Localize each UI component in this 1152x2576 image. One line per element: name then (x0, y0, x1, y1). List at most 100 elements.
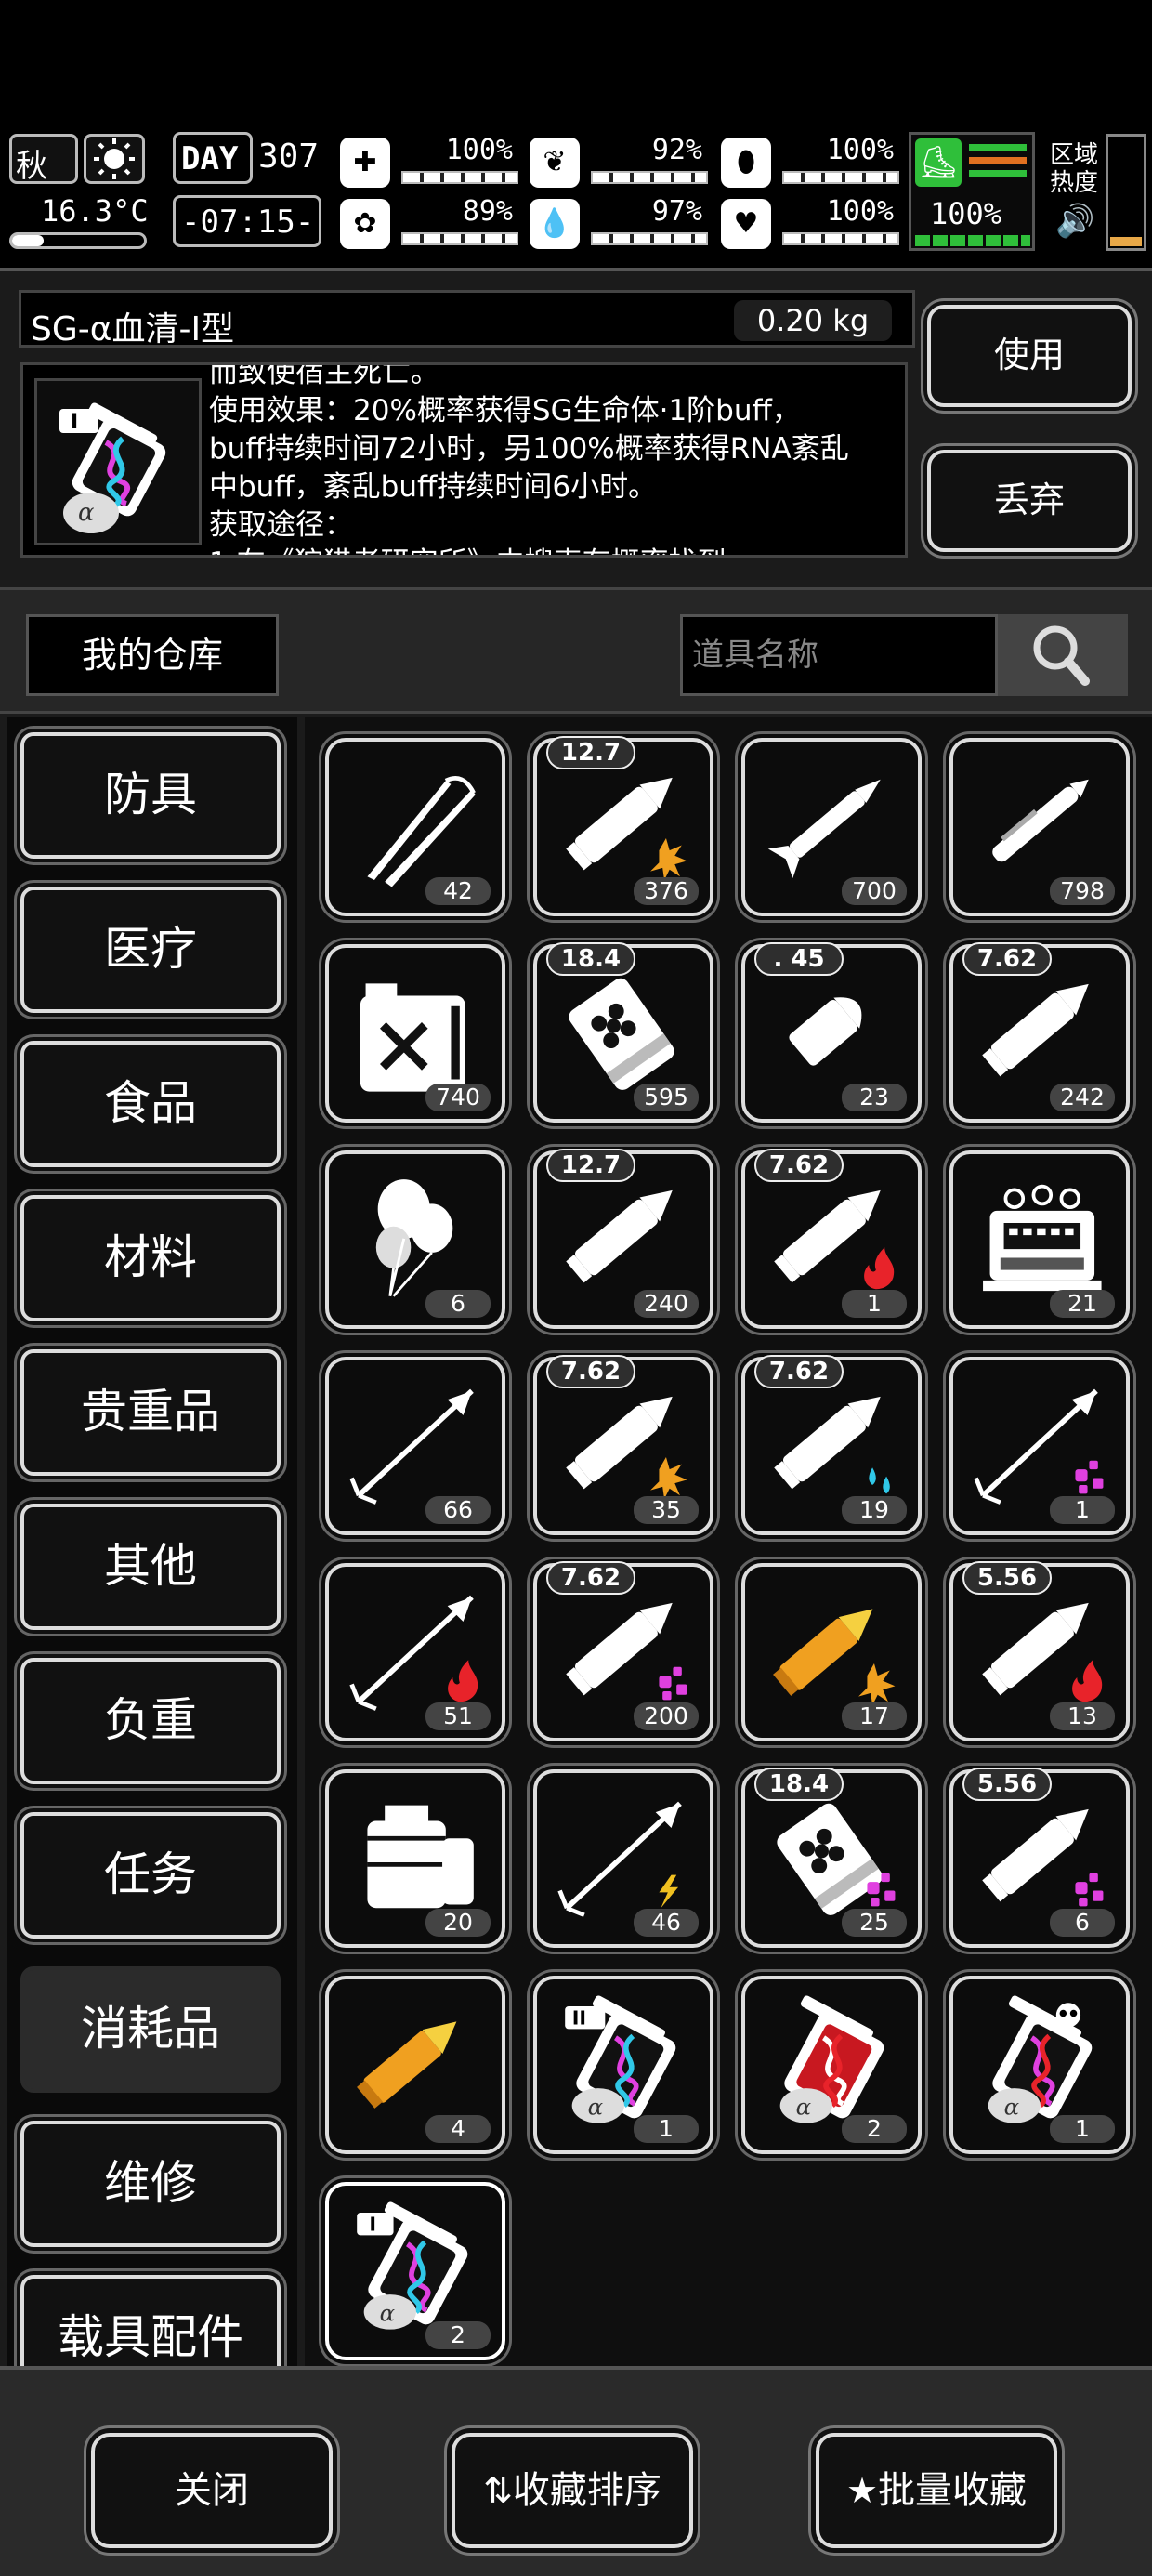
item-slot[interactable]: 5.56 13 (949, 1561, 1130, 1741)
item-slot[interactable]: . 45 23 (741, 942, 922, 1123)
clock-box: -07:15- (173, 195, 321, 247)
item-slot[interactable]: 18.4 25 (741, 1768, 922, 1948)
item-count: 19 (842, 1496, 907, 1524)
discard-button[interactable]: 丢弃 (927, 450, 1132, 552)
caliber-badge: 12.7 (546, 1149, 635, 1182)
category-tab[interactable]: 任务 (20, 1812, 281, 1939)
svg-text:α: α (78, 499, 95, 527)
stat-water: 💧 97% (530, 195, 715, 253)
item-slot[interactable]: 20 (325, 1769, 505, 1948)
pen-icon (992, 779, 1089, 862)
category-tab[interactable]: 消耗品 (20, 1966, 281, 2093)
caliber-badge: 7.62 (962, 942, 1052, 976)
category-tab[interactable]: 其他 (20, 1504, 281, 1630)
category-sidebar[interactable]: 防具医疗食品材料贵重品其他负重任务消耗品维修载具配件 (7, 717, 297, 2366)
arrow-icon (349, 1388, 474, 1505)
category-tab[interactable]: 维修 (20, 2121, 281, 2247)
item-slot[interactable]: 51 (325, 1563, 505, 1741)
item-slot[interactable]: 12.7 376 (533, 736, 713, 916)
category-tab[interactable]: 防具 (20, 732, 281, 859)
item-slot[interactable]: 5.56 6 (949, 1768, 1130, 1948)
item-slot[interactable]: 18.4 595 (533, 942, 713, 1123)
category-tab[interactable]: 材料 (20, 1195, 281, 1321)
search-input[interactable]: 道具名称 (680, 614, 998, 696)
svg-text:I: I (369, 2214, 376, 2236)
favorite-sort-label: 收藏排序 (512, 2469, 661, 2512)
batch-favorite-button[interactable]: ★批量收藏 (816, 2433, 1057, 2548)
incendiary-bullet-icon (774, 1189, 895, 1290)
caliber-badge: 12.7 (546, 736, 635, 769)
stat-heart: ♥ 100% (721, 195, 907, 253)
item-slot[interactable]: 7.62 200 (533, 1561, 713, 1741)
item-slot[interactable]: 21 (949, 1150, 1130, 1329)
item-slot[interactable]: II α 1 (533, 1976, 713, 2154)
item-count: 13 (1050, 1702, 1115, 1730)
boot-icon: ⛸ (915, 138, 962, 187)
medkit-icon: ✚ (340, 138, 390, 188)
category-tab[interactable]: 负重 (20, 1658, 281, 1784)
item-slot[interactable]: 4 (325, 1976, 505, 2154)
item-slot[interactable]: 7.62 19 (741, 1355, 922, 1535)
item-count: 21 (1050, 1290, 1115, 1318)
item-slot[interactable]: 42 (325, 738, 505, 916)
caliber-badge: 7.62 (546, 1355, 635, 1388)
rocket-icon (767, 779, 881, 878)
item-slot[interactable]: 12.7 240 (533, 1149, 713, 1329)
stat-brain-value: 89% (462, 195, 513, 228)
item-name: SG-α血清-Ⅰ型 (31, 310, 235, 348)
stat-energy: ⬮ 100% (721, 134, 907, 191)
stat-heart-value: 100% (826, 195, 894, 228)
item-slot[interactable]: α2 (741, 1976, 922, 2154)
water-bullet-icon (774, 1396, 890, 1494)
item-count: 1 (634, 2115, 699, 2143)
inventory-panel: SG-α血清-Ⅰ型 0.20 kg I α 而致使宿主死亡。 使用效果：20%概… (0, 268, 1152, 2576)
item-slot[interactable]: 700 (741, 738, 922, 916)
item-slot[interactable]: 46 (533, 1769, 713, 1948)
incendiary-bullet-icon (982, 1602, 1103, 1702)
heart-icon: ♥ (721, 199, 771, 249)
item-slot[interactable]: 17 (741, 1563, 922, 1741)
rifle-bullet-icon (566, 1189, 673, 1283)
orange-shell-icon (357, 2021, 457, 2109)
speaker-icon[interactable]: 🔊 (1055, 203, 1094, 240)
item-description: 而致使宿主死亡。 使用效果：20%概率获得SG生命体·1阶buff， buff持… (209, 365, 901, 555)
close-button[interactable]: 关闭 (91, 2433, 333, 2548)
stat-brain: ✿ 89% (340, 195, 526, 253)
item-count: 23 (842, 1084, 907, 1111)
item-count: 200 (634, 1702, 699, 1730)
item-description-box[interactable]: I α 而致使宿主死亡。 使用效果：20%概率获得SG生命体·1阶buff， b… (20, 362, 908, 558)
item-slot[interactable]: α1 (949, 1976, 1130, 2154)
item-slot[interactable]: 740 (325, 944, 505, 1123)
item-count: 740 (425, 1084, 491, 1111)
caliber-badge: 5.56 (962, 1768, 1052, 1801)
item-count: 2 (842, 2115, 907, 2143)
caliber-badge: 18.4 (754, 1768, 844, 1801)
stat-stomach-value: 92% (651, 134, 702, 166)
rifle-bullet-icon (982, 983, 1089, 1077)
category-tab[interactable]: 载具配件 (20, 2275, 281, 2366)
item-slot[interactable]: 7.62 242 (949, 942, 1130, 1123)
category-tab[interactable]: 医疗 (20, 887, 281, 1013)
search-button[interactable] (998, 614, 1128, 696)
item-slot[interactable]: 7.62 35 (533, 1355, 713, 1535)
item-slot[interactable]: Iα2 (325, 2182, 505, 2360)
item-slot[interactable]: 6 (325, 1150, 505, 1329)
item-slot[interactable]: 1 (949, 1357, 1130, 1535)
item-grid[interactable]: 42 12.7 376 700 798 740 18.4 595. 45 23 7.62 242 6 1… (305, 717, 1152, 2366)
my-storage-tab[interactable]: 我的仓库 (26, 614, 279, 696)
serum-i-icon: I α (34, 378, 202, 545)
stat-stomach-bar (591, 171, 708, 184)
item-slot[interactable]: 7.62 1 (741, 1149, 922, 1329)
capsule-icon: ⬮ (721, 138, 771, 188)
shotgun-shell-icon (569, 978, 674, 1090)
category-tab[interactable]: 贵重品 (20, 1349, 281, 1476)
use-button[interactable]: 使用 (927, 305, 1132, 407)
toxic-arrow-icon (974, 1388, 1104, 1505)
item-slot[interactable]: 66 (325, 1357, 505, 1535)
category-tab[interactable]: 食品 (20, 1041, 281, 1167)
favorite-sort-button[interactable]: ⇅收藏排序 (452, 2433, 693, 2548)
stat-stomach: ❦ 92% (530, 134, 715, 191)
balloons-icon (375, 1179, 453, 1297)
item-slot[interactable]: 798 (949, 738, 1130, 916)
explosive-shell-icon (773, 1609, 896, 1705)
